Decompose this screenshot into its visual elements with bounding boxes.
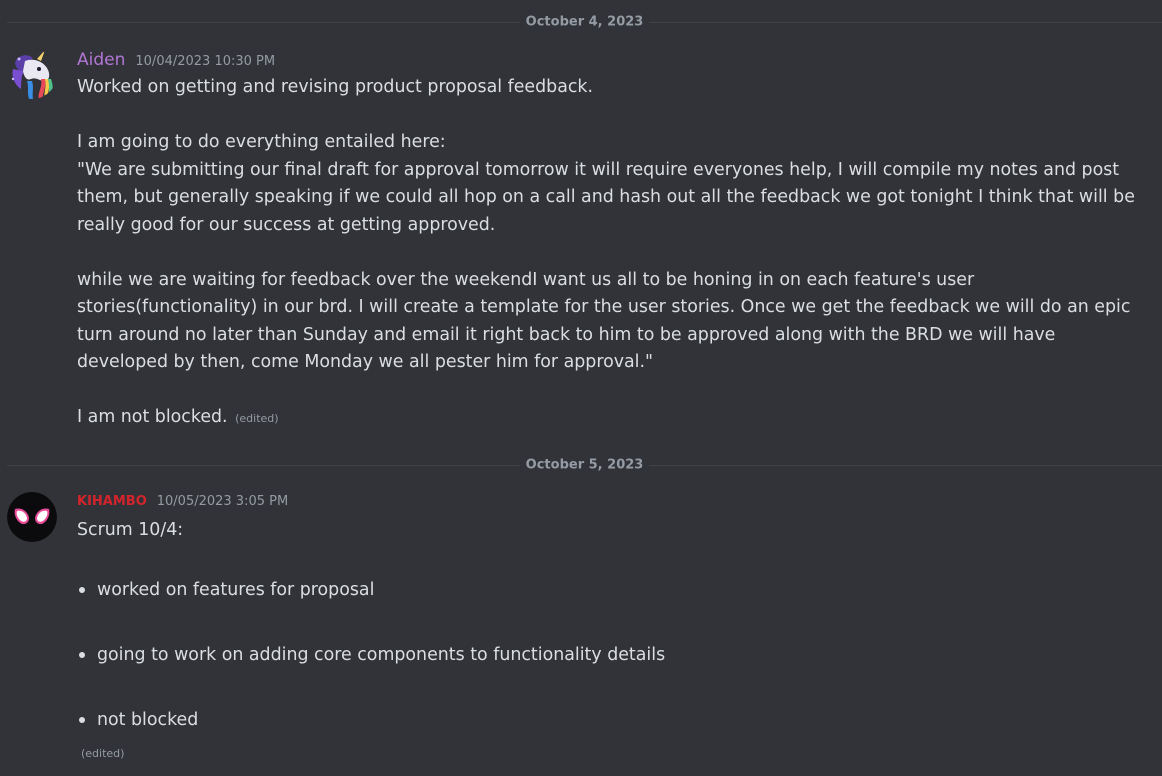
edited-label: (edited) bbox=[235, 412, 279, 425]
list-item-text: not blocked bbox=[97, 710, 199, 730]
message-paragraph: "We are submitting our final draft for a… bbox=[77, 159, 1135, 235]
message-paragraph: while we are waiting for feedback over t… bbox=[77, 269, 1131, 373]
username[interactable]: Aiden bbox=[77, 50, 125, 70]
list-item: not blocked bbox=[77, 708, 198, 732]
message-text: I am not blocked. bbox=[77, 407, 228, 427]
date-divider-label: October 4, 2023 bbox=[519, 14, 650, 30]
bullet-icon bbox=[79, 652, 85, 658]
list-item: worked on features for proposal bbox=[77, 578, 374, 602]
bullet-icon bbox=[79, 717, 85, 723]
list-item-text: worked on features for proposal bbox=[97, 580, 375, 600]
message-content: Worked on getting and revising product p… bbox=[77, 74, 1147, 433]
message-header: Aiden 10/04/2023 10:30 PM bbox=[77, 50, 275, 70]
chat-messages-area: October 4, 2023 Aiden 10/04/2023 10:30 P… bbox=[0, 0, 1162, 776]
message-timestamp[interactable]: 10/05/2023 3:05 PM bbox=[157, 494, 288, 509]
user-avatar[interactable] bbox=[7, 492, 57, 542]
list-item: going to work on adding core components … bbox=[77, 643, 665, 667]
message-paragraph: I am going to do everything entailed her… bbox=[77, 132, 446, 152]
date-divider: October 4, 2023 bbox=[7, 14, 1162, 30]
message-paragraph: Worked on getting and revising product p… bbox=[77, 77, 594, 97]
unicorn-avatar-icon bbox=[7, 49, 57, 99]
message-header: KIHAMBO 10/05/2023 3:05 PM bbox=[77, 494, 288, 509]
username[interactable]: KIHAMBO bbox=[77, 494, 147, 509]
spider-mask-avatar-icon bbox=[7, 492, 57, 542]
bullet-icon bbox=[79, 587, 85, 593]
edited-label: (edited) bbox=[81, 747, 125, 760]
list-item-text: going to work on adding core components … bbox=[97, 645, 666, 665]
message-content: Scrum 10/4: bbox=[77, 517, 1147, 545]
date-divider-label: October 5, 2023 bbox=[519, 457, 650, 473]
message-paragraph: I am not blocked. (edited) bbox=[77, 404, 1147, 433]
message-timestamp[interactable]: 10/04/2023 10:30 PM bbox=[135, 54, 275, 69]
user-avatar[interactable] bbox=[7, 49, 57, 99]
date-divider: October 5, 2023 bbox=[7, 457, 1162, 473]
message-paragraph: Scrum 10/4: bbox=[77, 520, 184, 540]
